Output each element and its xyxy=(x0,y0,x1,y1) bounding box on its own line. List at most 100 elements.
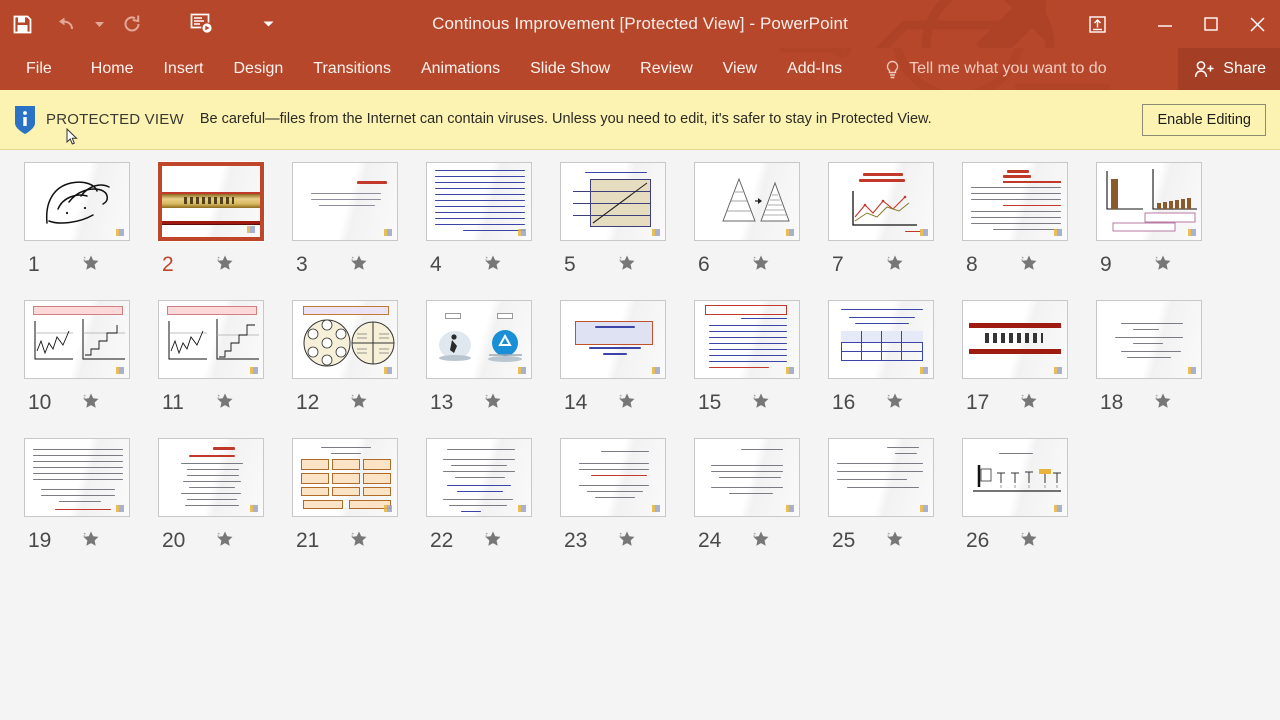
slide-thumbnail-8[interactable] xyxy=(962,162,1068,241)
save-button[interactable] xyxy=(0,0,44,48)
slide-star-button[interactable] xyxy=(82,392,100,415)
slide-cell[interactable]: 1 xyxy=(24,162,158,300)
slide-cell[interactable]: 13 xyxy=(426,300,560,438)
slide-cell[interactable]: 15 xyxy=(694,300,828,438)
slide-star-button[interactable] xyxy=(886,254,904,277)
slide-thumbnail-4[interactable] xyxy=(426,162,532,241)
slide-thumbnail-15[interactable] xyxy=(694,300,800,379)
slide-thumbnail-13[interactable] xyxy=(426,300,532,379)
slide-thumbnail-9[interactable] xyxy=(1096,162,1202,241)
undo-dropdown-button[interactable] xyxy=(88,0,110,48)
tab-transitions[interactable]: Transitions xyxy=(298,48,406,90)
tab-add-ins[interactable]: Add-Ins xyxy=(772,48,857,90)
slide-cell[interactable]: 23 xyxy=(560,438,694,576)
slide-cell[interactable]: 24 xyxy=(694,438,828,576)
enable-editing-button[interactable]: Enable Editing xyxy=(1142,103,1266,136)
slide-star-button[interactable] xyxy=(350,530,368,553)
slide-cell[interactable]: 25 xyxy=(828,438,962,576)
restore-button[interactable] xyxy=(1188,0,1234,48)
slide-thumbnail-14[interactable] xyxy=(560,300,666,379)
slide-cell[interactable]: 12 xyxy=(292,300,426,438)
start-slideshow-button[interactable] xyxy=(180,0,224,48)
slide-star-button[interactable] xyxy=(216,254,234,277)
slide-thumbnail-12[interactable] xyxy=(292,300,398,379)
minimize-button[interactable] xyxy=(1142,0,1188,48)
slide-cell[interactable]: 16 xyxy=(828,300,962,438)
slide-thumbnail-5[interactable] xyxy=(560,162,666,241)
slide-thumbnail-24[interactable] xyxy=(694,438,800,517)
slide-star-button[interactable] xyxy=(1154,392,1172,415)
slide-thumbnail-1[interactable] xyxy=(24,162,130,241)
slide-star-button[interactable] xyxy=(752,530,770,553)
slide-star-button[interactable] xyxy=(350,254,368,277)
slide-cell[interactable]: 26 xyxy=(962,438,1096,576)
slide-cell[interactable]: 11 xyxy=(158,300,292,438)
slide-cell[interactable]: 14 xyxy=(560,300,694,438)
slide-thumbnail-3[interactable] xyxy=(292,162,398,241)
customize-quick-access-button[interactable] xyxy=(246,0,290,48)
slide-thumbnail-23[interactable] xyxy=(560,438,666,517)
slide-cell[interactable]: 18 xyxy=(1096,300,1230,438)
tab-insert[interactable]: Insert xyxy=(148,48,218,90)
slide-thumbnail-16[interactable] xyxy=(828,300,934,379)
slide-sorter-pane[interactable]: 1 2 3 4 5 6 7 8 9 10 11 12 13 14 15 16 1… xyxy=(0,150,1280,720)
slide-cell[interactable]: 20 xyxy=(158,438,292,576)
slide-thumbnail-17[interactable] xyxy=(962,300,1068,379)
slide-cell[interactable]: 8 xyxy=(962,162,1096,300)
slide-star-button[interactable] xyxy=(484,254,502,277)
slide-thumbnail-22[interactable] xyxy=(426,438,532,517)
slide-thumbnail-6[interactable] xyxy=(694,162,800,241)
slide-star-button[interactable] xyxy=(752,392,770,415)
slide-cell[interactable]: 17 xyxy=(962,300,1096,438)
slide-thumbnail-2[interactable] xyxy=(157,161,265,242)
slide-thumbnail-18[interactable] xyxy=(1096,300,1202,379)
slide-star-button[interactable] xyxy=(484,392,502,415)
ribbon-display-options-button[interactable] xyxy=(1074,0,1120,48)
slide-star-button[interactable] xyxy=(1020,530,1038,553)
slide-cell[interactable]: 3 xyxy=(292,162,426,300)
slide-star-button[interactable] xyxy=(216,530,234,553)
slide-star-button[interactable] xyxy=(82,254,100,277)
slide-cell[interactable]: 21 xyxy=(292,438,426,576)
slide-star-button[interactable] xyxy=(618,392,636,415)
slide-star-button[interactable] xyxy=(216,392,234,415)
close-button[interactable] xyxy=(1234,0,1280,48)
slide-thumbnail-21[interactable] xyxy=(292,438,398,517)
slide-star-button[interactable] xyxy=(484,530,502,553)
slide-cell[interactable]: 10 xyxy=(24,300,158,438)
tab-review[interactable]: Review xyxy=(625,48,707,90)
slide-thumbnail-7[interactable] xyxy=(828,162,934,241)
tell-me-search[interactable]: Tell me what you want to do xyxy=(885,60,1107,79)
slide-star-button[interactable] xyxy=(618,254,636,277)
tab-view[interactable]: View xyxy=(708,48,772,90)
slide-star-button[interactable] xyxy=(1020,392,1038,415)
slide-thumbnail-19[interactable] xyxy=(24,438,130,517)
slide-star-button[interactable] xyxy=(1154,254,1172,277)
tab-slide-show[interactable]: Slide Show xyxy=(515,48,625,90)
slide-cell[interactable]: 2 xyxy=(157,161,292,300)
slide-cell[interactable]: 7 xyxy=(828,162,962,300)
slide-thumbnail-25[interactable] xyxy=(828,438,934,517)
undo-button[interactable] xyxy=(44,0,88,48)
slide-star-button[interactable] xyxy=(618,530,636,553)
slide-cell[interactable]: 19 xyxy=(24,438,158,576)
slide-star-button[interactable] xyxy=(752,254,770,277)
slide-star-button[interactable] xyxy=(350,392,368,415)
slide-thumbnail-11[interactable] xyxy=(158,300,264,379)
slide-cell[interactable]: 22 xyxy=(426,438,560,576)
slide-star-button[interactable] xyxy=(1020,254,1038,277)
slide-thumbnail-20[interactable] xyxy=(158,438,264,517)
slide-star-button[interactable] xyxy=(886,392,904,415)
tab-file[interactable]: File xyxy=(0,48,76,90)
tab-design[interactable]: Design xyxy=(218,48,298,90)
slide-cell[interactable]: 4 xyxy=(426,162,560,300)
slide-thumbnail-10[interactable] xyxy=(24,300,130,379)
tab-animations[interactable]: Animations xyxy=(406,48,515,90)
share-button[interactable]: Share xyxy=(1178,48,1280,90)
redo-button[interactable] xyxy=(110,0,154,48)
slide-star-button[interactable] xyxy=(886,530,904,553)
slide-cell[interactable]: 5 xyxy=(560,162,694,300)
slide-star-button[interactable] xyxy=(82,530,100,553)
tab-home[interactable]: Home xyxy=(76,48,149,90)
slide-cell[interactable]: 6 xyxy=(694,162,828,300)
